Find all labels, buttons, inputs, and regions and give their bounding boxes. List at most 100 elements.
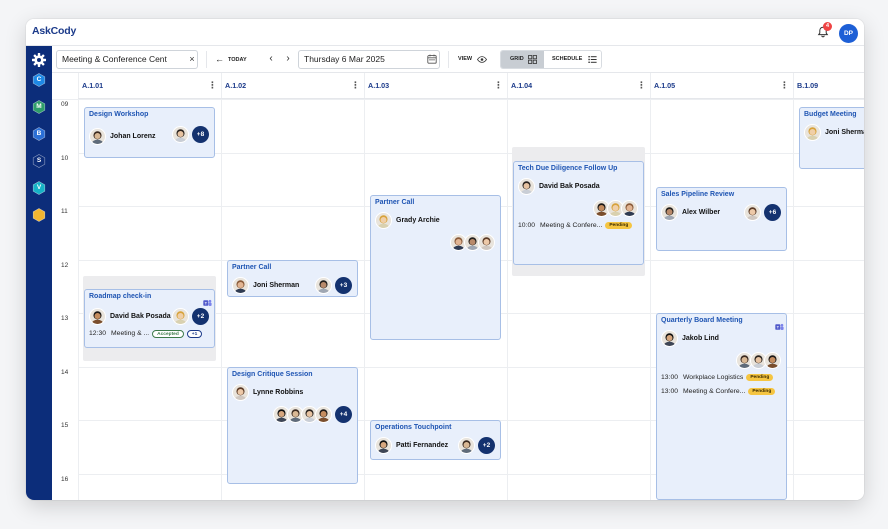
- gear-icon[interactable]: [31, 52, 47, 68]
- column-divider: [364, 73, 365, 500]
- top-bar: AskCody 4 DP: [26, 19, 864, 46]
- room-column-header[interactable]: A.1.02: [221, 73, 364, 99]
- app-3-icon[interactable]: B: [32, 127, 46, 141]
- room-column-header[interactable]: A.1.01: [78, 73, 221, 99]
- event-attendees[interactable]: [450, 234, 495, 252]
- booking-room: Meeting & Confere...: [683, 388, 746, 395]
- extra-rooms-badge: +1: [186, 329, 203, 338]
- person-avatar: [764, 352, 781, 369]
- room-column-header[interactable]: A.1.05: [650, 73, 793, 99]
- more-attendees-badge: +4: [335, 405, 352, 423]
- calendar-event[interactable]: Tech Due Diligence Follow Up David Bak Po…: [513, 160, 644, 265]
- column-divider: [78, 73, 79, 500]
- status-badge: Pending: [748, 388, 776, 395]
- app-letter: M: [36, 103, 42, 110]
- calendar-event[interactable]: Design Critique Session Lynne Robbins +4: [227, 366, 358, 485]
- person-avatar: [315, 276, 332, 294]
- toolbar-divider: [448, 51, 449, 68]
- event-organizer: Joni Sherman: [804, 124, 864, 142]
- previous-day-button[interactable]: ‹: [266, 53, 276, 66]
- event-organizer: Lynne Robbins: [232, 383, 303, 401]
- toolbar: Meeting & Conference Cent × ← TODAY ‹ › T…: [52, 46, 864, 73]
- chevron-right-icon: ›: [286, 53, 290, 64]
- room-menu-button[interactable]: ⋮: [637, 73, 646, 99]
- app-5-icon[interactable]: V: [32, 181, 46, 195]
- event-attendees[interactable]: +2: [458, 437, 495, 454]
- app-1-icon[interactable]: C: [32, 73, 46, 87]
- organizer-name: Patti Fernandez: [396, 442, 449, 449]
- app-6-icon[interactable]: [32, 208, 46, 222]
- calendar-event[interactable]: Roadmap check-in T David Bak Posada +2 12:30…: [84, 288, 215, 348]
- person-avatar: [89, 307, 106, 325]
- eye-icon[interactable]: [477, 56, 487, 63]
- view-mode-toggle: GRID SCHEDULE: [500, 50, 602, 69]
- schedule-view-button[interactable]: SCHEDULE: [544, 51, 601, 68]
- clear-location-button[interactable]: ×: [186, 50, 198, 69]
- event-attendees[interactable]: +8: [172, 126, 209, 144]
- askcody-logo: AskCody: [32, 25, 77, 37]
- event-attendees[interactable]: +6: [744, 204, 781, 222]
- app-4-icon[interactable]: S: [32, 154, 46, 168]
- today-button[interactable]: ← TODAY: [215, 53, 247, 66]
- event-attendees[interactable]: +3: [315, 276, 352, 294]
- person-avatar: [661, 204, 678, 222]
- date-picker-field[interactable]: Thursday 6 Mar 2025: [298, 50, 440, 69]
- more-attendees-badge: +8: [192, 126, 209, 144]
- organizer-name: Alex Wilber: [682, 209, 721, 217]
- chevron-left-icon: ‹: [269, 53, 273, 64]
- event-attendees[interactable]: [593, 199, 638, 217]
- calendar-icon[interactable]: [427, 54, 437, 64]
- teams-icon: T: [203, 294, 212, 306]
- calendar-event[interactable]: Budget Meeting Joni Sherman: [799, 107, 864, 169]
- event-attendees[interactable]: [736, 352, 781, 369]
- event-organizer: Alex Wilber: [661, 204, 721, 222]
- room-column-header[interactable]: B.1.09: [793, 73, 864, 99]
- calendar-event[interactable]: Partner Call Joni Sherman +3: [227, 259, 358, 297]
- room-menu-button[interactable]: ⋮: [494, 73, 503, 99]
- grid-view-button[interactable]: GRID: [501, 51, 544, 68]
- organizer-name: Joni Sherman: [825, 129, 864, 137]
- organizer-name: Jakob Lind: [682, 335, 719, 342]
- event-booking-row: 12:30 Meeting & ... Accepted +1: [89, 329, 203, 338]
- calendar-event[interactable]: Design Workshop Johan Lorenz +8: [84, 107, 215, 158]
- room-calendar-grid: 09 10 11 12 13 14 15 16 A.1.01 ⋮ A.1.02 ⋮ A.1.03 ⋮ A.1…: [52, 73, 864, 500]
- person-avatar: [661, 330, 678, 347]
- hour-label: 16: [61, 475, 69, 483]
- event-booking-row: 13:00 Workplace Logistics Pending: [661, 374, 774, 381]
- app-letter: V: [36, 184, 42, 191]
- column-divider: [650, 73, 651, 500]
- teams-icon: T: [775, 318, 784, 330]
- calendar-event[interactable]: Quarterly Board Meeting T Jakob Lind 13:00 W…: [656, 313, 787, 500]
- event-title: Partner Call: [232, 263, 272, 271]
- app-letter: S: [36, 157, 42, 164]
- user-avatar[interactable]: DP: [839, 24, 858, 43]
- calendar-event[interactable]: Operations Touchpoint Patti Fernandez +2: [370, 420, 501, 461]
- event-organizer: David Bak Posada: [89, 307, 171, 325]
- hour-label: 10: [61, 154, 69, 162]
- view-label: VIEW: [458, 56, 473, 62]
- person-avatar: [621, 199, 638, 217]
- event-booking-row: 13:00 Meeting & Confere... Pending: [661, 388, 776, 395]
- room-menu-button[interactable]: ⋮: [780, 73, 789, 99]
- event-attendees[interactable]: +2: [172, 307, 209, 325]
- person-avatar: [478, 234, 495, 252]
- event-attendees[interactable]: +4: [273, 405, 352, 423]
- room-column-header[interactable]: A.1.04: [507, 73, 650, 99]
- person-avatar: [172, 307, 189, 325]
- next-day-button[interactable]: ›: [283, 53, 293, 66]
- location-input[interactable]: Meeting & Conference Cent: [56, 50, 198, 69]
- room-column-header[interactable]: A.1.03: [364, 73, 507, 99]
- organizer-name: David Bak Posada: [539, 182, 600, 190]
- schedule-view-label: SCHEDULE: [552, 56, 583, 62]
- room-menu-button[interactable]: ⋮: [351, 73, 360, 99]
- calendar-event[interactable]: Partner Call Grady Archie: [370, 195, 501, 340]
- hour-label: 09: [61, 101, 69, 108]
- app-2-icon[interactable]: M: [32, 100, 46, 114]
- calendar-event[interactable]: Sales Pipeline Review Alex Wilber +6: [656, 187, 787, 252]
- event-title: Sales Pipeline Review: [661, 191, 735, 199]
- column-divider: [221, 73, 222, 500]
- more-attendees-badge: +2: [192, 307, 209, 325]
- room-menu-button[interactable]: ⋮: [208, 73, 217, 99]
- app-letter: C: [36, 76, 42, 83]
- booking-time: 10:00: [518, 221, 536, 229]
